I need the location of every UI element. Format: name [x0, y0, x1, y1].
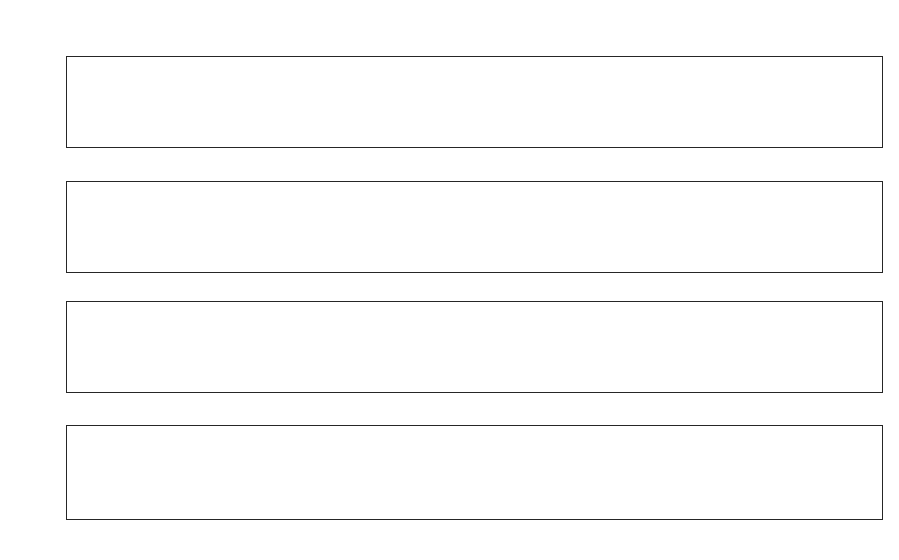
y-axis-label-mixer-out — [1, 302, 53, 392]
subplot-dds-out — [66, 56, 883, 148]
y-axis-label-analog-in — [1, 182, 53, 272]
mixer-out-fft-trace — [67, 426, 882, 519]
dds-out-waveform — [67, 57, 882, 147]
y-axis-label-dds-out — [1, 57, 53, 147]
subplot-mixer-out-fft — [66, 425, 883, 520]
y-axis-label-fft — [1, 426, 53, 519]
figure — [0, 0, 899, 560]
subplot-mixer-out — [66, 301, 883, 393]
mixer-out-waveform — [67, 302, 882, 392]
subplot-analog-in — [66, 181, 883, 273]
analog-in-waveform — [67, 182, 882, 272]
